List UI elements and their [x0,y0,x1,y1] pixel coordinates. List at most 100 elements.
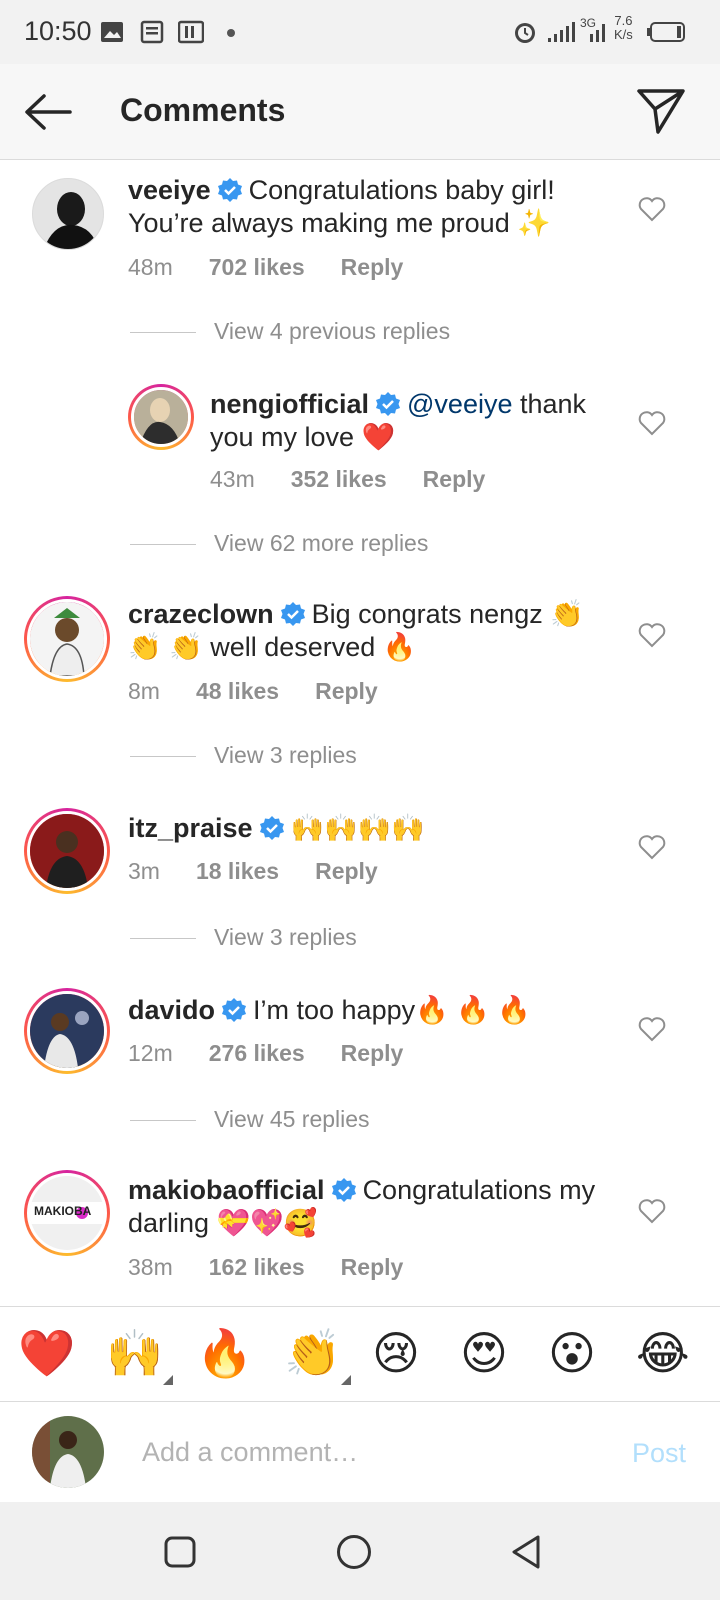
verified-badge-icon [376,392,401,416]
divider-line [130,1120,196,1122]
emoji-fire[interactable]: 🔥 [196,1325,253,1381]
comment-likes[interactable]: 18 likes [196,858,279,884]
divider-line [130,332,196,334]
comment-time: 48m [128,254,173,280]
reply-button[interactable]: Reply [315,858,378,884]
gallery-icon [101,22,123,42]
emoji-glyph: 👏 [284,1327,342,1379]
dot-icon [227,29,235,37]
back-arrow-icon[interactable] [22,90,74,134]
speed-unit: K/s [614,27,633,42]
avatar[interactable] [32,178,104,250]
view-replies-label: View 3 replies [214,742,357,768]
comment-input[interactable] [142,1432,602,1472]
back-nav-icon[interactable] [510,1534,542,1570]
like-heart-icon[interactable] [638,834,666,860]
comment-time: 8m [128,678,160,704]
direct-message-icon[interactable] [636,86,686,136]
like-heart-icon[interactable] [638,196,666,222]
comment-time: 43m [210,466,255,492]
comment-time: 12m [128,1040,173,1066]
comment-username[interactable]: davido [128,995,215,1025]
page-title: Comments [120,92,286,128]
view-replies-button[interactable]: View 62 more replies [130,530,428,557]
comment-username[interactable]: veeiye [128,175,211,205]
comment-composer: Post [0,1402,720,1502]
emoji-surprised-face[interactable]: 😮 [548,1325,596,1381]
like-heart-icon[interactable] [638,1198,666,1224]
comment-time: 38m [128,1254,173,1280]
like-heart-icon[interactable] [638,410,666,436]
emoji-raised-hands[interactable]: 🙌 [106,1325,174,1385]
emoji-tears-of-joy[interactable]: 😂 [636,1325,690,1381]
avatar-image [30,814,104,888]
comment-username[interactable]: nengiofficial [210,389,369,419]
comment-likes[interactable]: 702 likes [209,254,305,280]
skin-tone-indicator-icon [341,1375,352,1385]
alarm-icon [515,23,535,43]
post-button[interactable]: Post [632,1438,686,1469]
reply-button[interactable]: Reply [341,1254,404,1280]
avatar[interactable] [128,384,194,450]
reply-button[interactable]: Reply [341,1040,404,1066]
like-heart-icon[interactable] [638,622,666,648]
avatar-image [134,390,188,444]
signal-icon [548,22,575,42]
comment-text: I’m too happy🔥 🔥 🔥 [253,995,531,1025]
status-bar: 10:50 3G 7.6 K/s [0,0,720,64]
comment-time: 3m [128,858,160,884]
emoji-crying-face[interactable]: 😢 [372,1325,420,1381]
current-user-avatar [32,1416,104,1488]
comment-likes[interactable]: 162 likes [209,1254,305,1280]
view-replies-button[interactable]: View 3 replies [130,924,357,951]
comment-username[interactable]: makiobaofficial [128,1175,325,1205]
emoji-heart-eyes[interactable]: 😍 [460,1325,508,1381]
system-nav-bar [0,1502,720,1600]
comment-username[interactable]: crazeclown [128,599,274,629]
emoji-glyph: 🙌 [106,1327,164,1379]
view-replies-label: View 45 replies [214,1106,370,1132]
verified-badge-icon [331,1178,356,1202]
verified-badge-icon [259,816,284,840]
signal-2-icon [590,24,605,42]
view-replies-button[interactable]: View 4 previous replies [130,318,450,345]
recent-apps-icon[interactable] [164,1536,196,1568]
avatar-image [30,602,104,676]
speed-value: 7.6 [614,13,633,28]
status-time: 10:50 [24,16,92,46]
quick-emoji-bar: ❤️ 🙌 🔥 👏 😢 😍 😮 😂 [0,1306,720,1402]
reply-button[interactable]: Reply [341,254,404,280]
comment-likes[interactable]: 352 likes [291,466,387,492]
divider-line [130,938,196,940]
emoji-heart[interactable]: ❤️ [18,1325,75,1381]
view-replies-label: View 4 previous replies [214,318,451,344]
reply-button[interactable]: Reply [423,466,486,492]
comments-list: veeiye Congratulations baby girl! You’re … [0,160,720,1306]
verified-badge-icon [217,178,242,202]
view-replies-button[interactable]: View 45 replies [130,1106,370,1133]
verified-badge-icon [280,602,305,626]
mention-link[interactable]: @veeiye [407,389,512,419]
view-replies-label: View 3 replies [214,924,357,950]
avatar[interactable] [24,808,110,894]
avatar[interactable] [24,988,110,1074]
comment-likes[interactable]: 276 likes [209,1040,305,1066]
verified-badge-icon [222,998,247,1022]
divider-line [130,544,196,546]
like-heart-icon[interactable] [638,1016,666,1042]
comment-likes[interactable]: 48 likes [196,678,279,704]
avatar-image [30,994,104,1068]
news-icon [140,20,164,44]
divider-line [130,756,196,758]
avatar-image [32,1416,104,1488]
home-icon[interactable] [336,1534,372,1570]
skin-tone-indicator-icon [163,1375,174,1385]
comment-text: 🙌🙌🙌🙌 [290,813,426,843]
avatar[interactable] [24,596,110,682]
avatar[interactable]: MAKIOBA [24,1170,110,1256]
battery-icon [647,22,685,42]
view-replies-button[interactable]: View 3 replies [130,742,357,769]
reply-button[interactable]: Reply [315,678,378,704]
emoji-clapping-hands[interactable]: 👏 [284,1325,352,1385]
comment-username[interactable]: itz_praise [128,813,253,843]
